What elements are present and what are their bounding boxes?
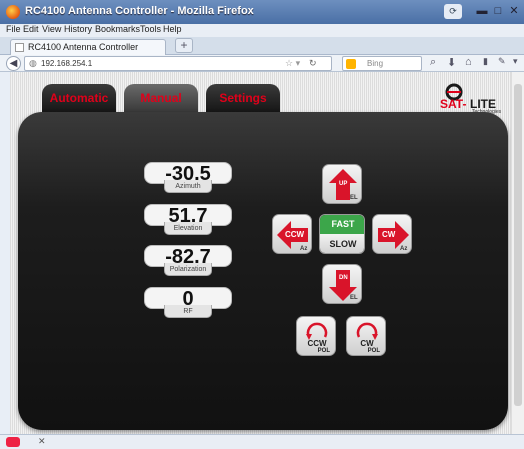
web-page: Automatic Manual Settings SAT- LITE Tech… [10, 72, 511, 434]
addon-icon[interactable]: ✎ [498, 56, 506, 67]
pol-cw-label: CW [360, 339, 374, 348]
browser-tab-bar: RC4100 Antenna Controller + [0, 37, 524, 55]
down-sub-label: EL [350, 295, 358, 301]
window-title: RC4100 Antenna Controller - Mozilla Fire… [25, 5, 254, 17]
reload-icon[interactable]: ↻ [309, 58, 317, 69]
signal-icon[interactable]: ▮ [483, 56, 488, 67]
navigation-bar: ◀ ◍ 192.168.254.1 ☆ ▾ ↻ Bing ⌕ ⬇ ⌂ ▮ ✎ ▾ [0, 55, 524, 72]
menu-view[interactable]: View [42, 24, 61, 34]
search-go-icon[interactable]: ⌕ [430, 56, 436, 69]
sync-icon[interactable]: ⟳ [444, 4, 462, 19]
polarization-label: Polarization [164, 263, 212, 276]
polarization-readout: -82.7 Polarization [144, 245, 232, 277]
search-placeholder: Bing [367, 59, 384, 68]
pol-cw-sub-label: POL [367, 348, 380, 354]
pol-cw-button[interactable]: CW POL [346, 316, 386, 356]
status-bar: ✕ [0, 434, 524, 449]
home-icon[interactable]: ⌂ [465, 56, 472, 68]
pol-ccw-button[interactable]: CCW POL [296, 316, 336, 356]
rf-readout: 0 RF [144, 287, 232, 319]
satlite-logo: SAT- LITE Technologies [438, 82, 508, 115]
ccw-az-sub-label: Az [300, 246, 308, 252]
elevation-readout: 51.7 Elevation [144, 204, 232, 236]
browser-tab-label: RC4100 Antenna Controller [28, 42, 139, 52]
url-text: 192.168.254.1 [41, 59, 93, 68]
menu-file[interactable]: File [6, 24, 21, 34]
azimuth-label: Azimuth [164, 180, 212, 193]
menu-edit[interactable]: Edit [23, 24, 39, 34]
slow-button[interactable]: SLOW [320, 234, 364, 253]
globe-icon: ◍ [29, 58, 37, 68]
url-bar[interactable]: ◍ 192.168.254.1 ☆ ▾ ↻ [24, 56, 332, 71]
favicon-icon [15, 43, 24, 52]
menu-bookmarks[interactable]: Bookmarks [95, 24, 140, 34]
search-box[interactable]: Bing [342, 56, 422, 71]
cw-az-sub-label: Az [400, 246, 408, 252]
up-label: UP [339, 181, 348, 187]
azimuth-cw-button[interactable]: CW Az [372, 214, 412, 254]
menu-history[interactable]: History [64, 24, 92, 34]
page-scrollbar[interactable] [511, 72, 524, 434]
control-panel: -30.5 Azimuth 51.7 Elevation -82.7 Polar… [18, 112, 508, 430]
new-tab-button[interactable]: + [175, 38, 193, 53]
up-sub-label: EL [350, 195, 358, 201]
menu-bar: File Edit View History Bookmarks Tools H… [0, 24, 524, 37]
fast-button[interactable]: FAST [320, 215, 364, 234]
azimuth-readout: -30.5 Azimuth [144, 162, 232, 194]
addon-bar-icon[interactable] [6, 437, 20, 447]
pol-ccw-sub-label: POL [317, 348, 330, 354]
speed-toggle: FAST SLOW [319, 214, 365, 254]
elevation-label: Elevation [164, 222, 212, 235]
back-button[interactable]: ◀ [6, 56, 21, 71]
download-icon[interactable]: ⬇ [447, 56, 456, 69]
window-titlebar: RC4100 Antenna Controller - Mozilla Fire… [0, 0, 524, 24]
rf-label: RF [164, 305, 212, 318]
elevation-up-button[interactable]: UP EL [322, 164, 362, 204]
azimuth-ccw-button[interactable]: CCW Az [272, 214, 312, 254]
close-addon-bar-button[interactable]: ✕ [38, 436, 46, 447]
elevation-down-button[interactable]: DN EL [322, 264, 362, 304]
pol-ccw-label: CCW [307, 339, 327, 348]
search-engine-icon[interactable] [346, 59, 356, 69]
minimize-button[interactable]: ▬ [474, 4, 490, 19]
firefox-icon [6, 5, 20, 19]
browser-tab[interactable]: RC4100 Antenna Controller [10, 39, 166, 55]
menu-help[interactable]: Help [163, 24, 182, 34]
close-window-button[interactable]: ✕ [506, 4, 522, 19]
menu-tools[interactable]: Tools [140, 24, 161, 34]
maximize-button[interactable]: □ [490, 4, 506, 19]
scrollbar-thumb[interactable] [514, 84, 522, 406]
bookmark-star-icon[interactable]: ☆ ▾ [285, 58, 300, 69]
menu-chevron-icon[interactable]: ▾ [513, 56, 518, 67]
svg-text:SAT-: SAT- [440, 97, 466, 111]
ccw-az-label: CCW [285, 230, 305, 239]
down-label: DN [339, 275, 348, 281]
cw-az-label: CW [382, 230, 396, 239]
